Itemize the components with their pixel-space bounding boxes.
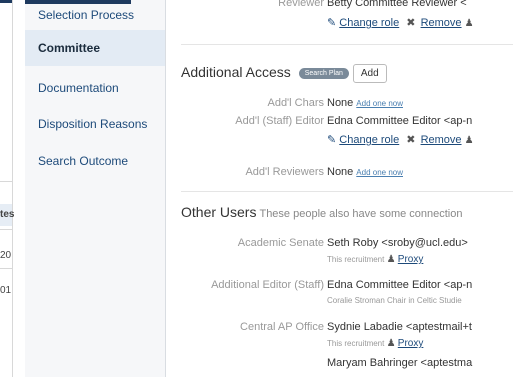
left-panel-header-fragment: tes <box>0 209 15 220</box>
left-panel-divider <box>0 268 12 269</box>
remove-link[interactable]: Remove <box>421 17 462 29</box>
person-icon: ♟ <box>386 338 396 349</box>
remove-x-icon: ✖ <box>406 134 416 146</box>
recruitment-note: This recruitment <box>327 339 385 348</box>
left-panel-divider <box>0 229 12 230</box>
left-panel-divider <box>0 181 12 182</box>
add-one-now-link[interactable]: Add one now <box>356 168 403 177</box>
addl-staff-editor-actions: ✎ Change role ✖ Remove ♟ <box>327 133 474 146</box>
wrench-icon: ✎ <box>327 134 337 146</box>
central-ap-office-value-2: Maryam Bahringer <aptestma <box>327 357 473 369</box>
sidebar-item-search-outcome[interactable]: Search Outcome <box>25 143 165 179</box>
other-users-title: Other Users <box>181 204 257 220</box>
additional-access-title: Additional Access <box>181 64 291 81</box>
addl-chars-value: None Add one now <box>327 97 403 109</box>
sidebar-item-disposition-reasons[interactable]: Disposition Reasons <box>25 106 165 142</box>
addl-staff-editor-value: Edna Committee Editor <ap-n <box>327 115 473 127</box>
add-one-now-link[interactable]: Add one now <box>356 99 403 108</box>
additional-editor-value: Edna Committee Editor <ap-n <box>327 279 473 291</box>
academic-senate-value: Seth Roby <sroby@ucl.edu> <box>327 237 468 249</box>
proxy-link[interactable]: Proxy <box>398 254 424 265</box>
add-button[interactable]: Add <box>352 64 387 83</box>
sidebar-topbar <box>25 0 131 4</box>
other-users-description: These people also have some connection <box>259 208 463 220</box>
left-panel-topbar <box>0 0 12 3</box>
person-icon: ♟ <box>386 254 396 265</box>
recruitment-note: This recruitment <box>327 255 385 264</box>
person-icon: ♟ <box>464 135 474 146</box>
additional-editor-label: Additional Editor (Staff) <box>211 279 324 291</box>
proxy-link[interactable]: Proxy <box>398 338 424 349</box>
left-panel-edge: tes 20 01 <box>0 0 15 377</box>
other-users-heading: Other Users These people also have some c… <box>181 204 463 220</box>
sidebar-item-committee[interactable]: Committee <box>25 30 165 66</box>
reviewer-value: Betty Committee Reviewer < <box>327 0 467 9</box>
sidebar-item-selection-process[interactable]: Selection Process <box>25 6 165 24</box>
additional-access-heading: Additional Access Search Plan Add <box>181 64 387 83</box>
remove-x-icon: ✖ <box>406 17 416 29</box>
addl-reviewers-none: None <box>327 166 354 178</box>
main-content: Reviewer Betty Committee Reviewer < ✎ Ch… <box>166 0 513 377</box>
reviewer-actions: ✎ Change role ✖ Remove ♟ <box>327 16 474 29</box>
remove-link[interactable]: Remove <box>421 134 462 146</box>
central-ap-office-value: Sydnie Labadie <aptestmail+t <box>327 321 472 333</box>
addl-reviewers-label: Add'l Reviewers <box>245 166 324 178</box>
addl-staff-editor-label: Add'l (Staff) Editor <box>235 115 324 127</box>
addl-chars-none: None <box>327 97 354 109</box>
left-panel-cell-fragment: 01 <box>0 285 12 296</box>
central-ap-office-label: Central AP Office <box>240 321 324 333</box>
change-role-link[interactable]: Change role <box>339 134 399 146</box>
reviewer-label: Reviewer <box>278 0 324 9</box>
section-divider <box>181 44 513 45</box>
academic-senate-label: Academic Senate <box>237 237 324 249</box>
central-ap-office-sub: This recruitment ♟ Proxy <box>327 338 423 349</box>
additional-editor-sub: Coralie Stroman Chair in Celtic Studie <box>327 296 462 305</box>
sidebar-nav: Selection Process Committee Documentatio… <box>25 0 166 377</box>
left-panel-cell-fragment: 20 <box>0 250 12 261</box>
addl-chars-label: Add'l Chars <box>267 97 324 109</box>
sidebar-item-documentation[interactable]: Documentation <box>25 70 165 106</box>
search-plan-pill[interactable]: Search Plan <box>298 68 349 79</box>
wrench-icon: ✎ <box>327 17 337 29</box>
academic-senate-sub: This recruitment ♟ Proxy <box>327 254 423 265</box>
change-role-link[interactable]: Change role <box>339 17 399 29</box>
addl-reviewers-value: None Add one now <box>327 166 403 178</box>
person-icon: ♟ <box>464 18 474 29</box>
section-divider <box>181 191 513 192</box>
